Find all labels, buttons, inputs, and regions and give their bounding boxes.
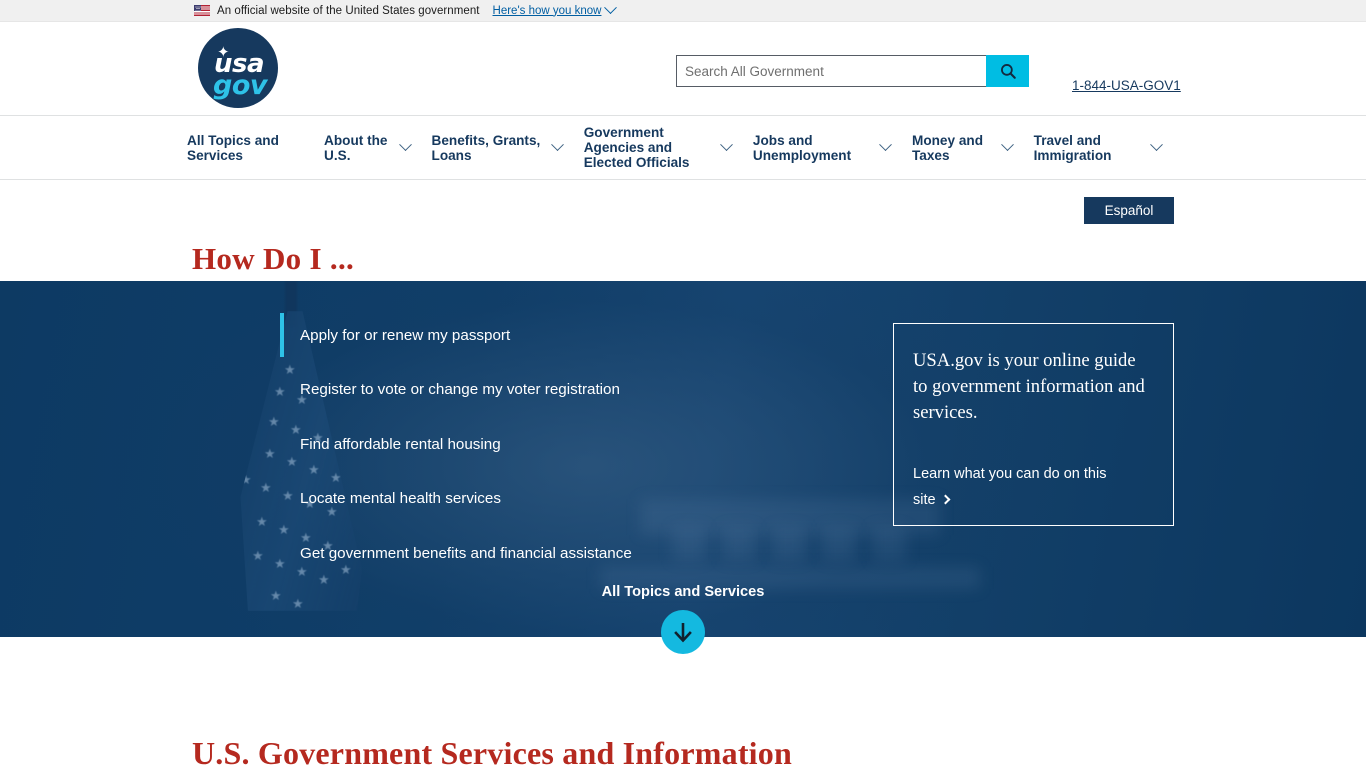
how-do-i-list: Apply for or renew my passport Register … bbox=[280, 308, 800, 581]
nav-item-label: Money and Taxes bbox=[912, 132, 983, 163]
search-input[interactable] bbox=[676, 55, 986, 87]
nav-item-label: Jobs and Unemployment bbox=[752, 132, 852, 163]
chevron-down-icon bbox=[604, 1, 618, 15]
phone-link[interactable]: 1-844-USA-GOV1 bbox=[1072, 78, 1181, 93]
list-item-label: Locate mental health services bbox=[300, 490, 501, 508]
how-do-i-item-passport[interactable]: Apply for or renew my passport bbox=[280, 308, 800, 363]
chevron-down-icon bbox=[720, 138, 733, 152]
info-card-text: USA.gov is your online guide to governme… bbox=[913, 350, 1145, 423]
all-topics-and-services-link[interactable]: All Topics and Services bbox=[192, 584, 1174, 600]
nav-item-label: About the U.S. bbox=[324, 132, 388, 163]
arrow-down-icon bbox=[674, 623, 692, 643]
services-section-title: U.S. Government Services and Information bbox=[192, 734, 792, 771]
scroll-down-button[interactable] bbox=[661, 610, 705, 654]
nav-item-travel-and-immigration[interactable]: Travel and Immigration bbox=[1033, 132, 1163, 163]
nav-item-about-the-us[interactable]: About the U.S. bbox=[324, 132, 412, 163]
services-section: U.S. Government Services and Information bbox=[0, 637, 1366, 771]
hero-section: ★ ★ ★ ★ ★ ★ ★ ★ ★ ★ ★ ★ ★ ★ ★ ★ ★ ★ ★ ★ … bbox=[0, 281, 1366, 637]
logo-text-gov: gov bbox=[213, 70, 267, 101]
nav-item-all-topics-and-services[interactable]: All Topics and Services bbox=[187, 133, 302, 163]
us-flag-icon bbox=[194, 5, 210, 16]
nav-item-money-and-taxes[interactable]: Money and Taxes bbox=[912, 132, 1014, 163]
list-item-label: Register to vote or change my voter regi… bbox=[300, 381, 620, 399]
nav-item-benefits-grants-loans[interactable]: Benefits, Grants, Loans bbox=[431, 132, 564, 163]
search-form bbox=[676, 55, 1029, 87]
banner-text: An official website of the United States… bbox=[217, 4, 480, 17]
nav-item-jobs-and-unemployment[interactable]: Jobs and Unemployment bbox=[752, 132, 892, 163]
chevron-right-icon bbox=[940, 494, 951, 505]
nav-item-label: All Topics and Services bbox=[187, 132, 279, 163]
usagov-logo[interactable]: ✦ usa gov bbox=[198, 28, 278, 108]
gov-banner: An official website of the United States… bbox=[0, 0, 1366, 22]
espanol-button[interactable]: Español bbox=[1084, 197, 1174, 224]
info-card: USA.gov is your online guide to governme… bbox=[893, 323, 1174, 526]
search-icon bbox=[1000, 64, 1016, 79]
info-card-link-label: Learn what you can do on this site bbox=[913, 466, 1107, 509]
list-item-label: Apply for or renew my passport bbox=[300, 326, 511, 344]
nav-item-label: Benefits, Grants, Loans bbox=[431, 132, 541, 163]
heres-how-you-know-toggle[interactable]: Here's how you know bbox=[492, 1, 618, 17]
list-item-label: Get government benefits and financial as… bbox=[300, 544, 632, 562]
how-do-i-item-government-benefits[interactable]: Get government benefits and financial as… bbox=[280, 526, 800, 581]
chevron-down-icon bbox=[879, 138, 892, 152]
list-item-label: Find affordable rental housing bbox=[300, 435, 501, 453]
primary-navigation: All Topics and Services About the U.S. B… bbox=[0, 116, 1366, 180]
banner-toggle-label: Here's how you know bbox=[492, 4, 602, 17]
how-do-i-item-voter-registration[interactable]: Register to vote or change my voter regi… bbox=[280, 363, 800, 418]
nav-item-label: Government Agencies and Elected Official… bbox=[583, 125, 690, 170]
nav-item-government-agencies-and-elected-officials[interactable]: Government Agencies and Elected Official… bbox=[583, 125, 733, 170]
site-header: ✦ usa gov 1-844-USA-GOV1 bbox=[0, 22, 1366, 116]
learn-what-you-can-do-link[interactable]: Learn what you can do on this site bbox=[913, 461, 1128, 513]
nav-item-label: Travel and Immigration bbox=[1033, 132, 1112, 163]
page-title: How Do I ... bbox=[192, 240, 355, 276]
chevron-down-icon bbox=[1000, 138, 1014, 152]
chevron-down-icon bbox=[398, 138, 412, 152]
search-button[interactable] bbox=[986, 55, 1029, 87]
how-do-i-item-rental-housing[interactable]: Find affordable rental housing bbox=[280, 417, 800, 472]
how-do-i-item-mental-health[interactable]: Locate mental health services bbox=[280, 472, 800, 527]
chevron-down-icon bbox=[550, 138, 564, 152]
how-do-i-band: Español How Do I ... bbox=[0, 180, 1366, 281]
chevron-down-icon bbox=[1150, 138, 1163, 152]
